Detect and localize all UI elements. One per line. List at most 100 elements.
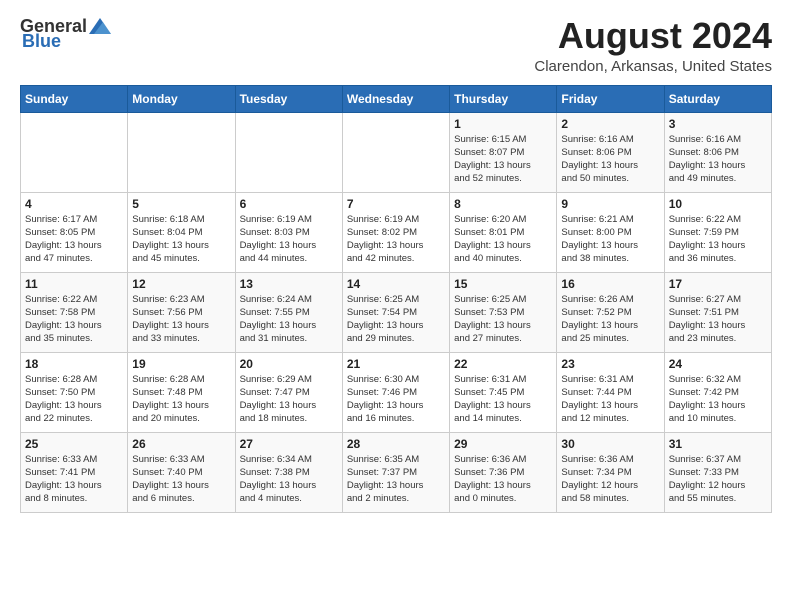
day-detail: Sunrise: 6:34 AM Sunset: 7:38 PM Dayligh…: [240, 453, 338, 506]
calendar-cell: 17 Sunrise: 6:27 AM Sunset: 7:51 PM Dayli…: [664, 272, 771, 352]
day-number: 18: [25, 357, 123, 371]
day-number: 7: [347, 197, 445, 211]
day-detail: Sunrise: 6:16 AM Sunset: 8:06 PM Dayligh…: [561, 133, 659, 186]
weekday-header-sunday: Sunday: [21, 85, 128, 112]
day-detail: Sunrise: 6:16 AM Sunset: 8:06 PM Dayligh…: [669, 133, 767, 186]
day-number: 1: [454, 117, 552, 131]
day-number: 25: [25, 437, 123, 451]
day-number: 23: [561, 357, 659, 371]
day-detail: Sunrise: 6:35 AM Sunset: 7:37 PM Dayligh…: [347, 453, 445, 506]
day-detail: Sunrise: 6:30 AM Sunset: 7:46 PM Dayligh…: [347, 373, 445, 426]
calendar-cell: 25 Sunrise: 6:33 AM Sunset: 7:41 PM Dayli…: [21, 432, 128, 512]
calendar-cell: 4 Sunrise: 6:17 AM Sunset: 8:05 PM Daylig…: [21, 192, 128, 272]
calendar-cell: 23Sunrise: 6:31 AM Sunset: 7:44 PM Dayli…: [557, 352, 664, 432]
week-row-4: 18 Sunrise: 6:28 AM Sunset: 7:50 PM Dayli…: [21, 352, 772, 432]
week-row-3: 11 Sunrise: 6:22 AM Sunset: 7:58 PM Dayli…: [21, 272, 772, 352]
calendar-cell: [342, 112, 449, 192]
day-detail: Sunrise: 6:24 AM Sunset: 7:55 PM Dayligh…: [240, 293, 338, 346]
day-number: 4: [25, 197, 123, 211]
calendar-cell: 12Sunrise: 6:23 AM Sunset: 7:56 PM Dayli…: [128, 272, 235, 352]
calendar-cell: [235, 112, 342, 192]
calendar-cell: 29 Sunrise: 6:36 AM Sunset: 7:36 PM Dayli…: [450, 432, 557, 512]
calendar-cell: 8Sunrise: 6:20 AM Sunset: 8:01 PM Daylig…: [450, 192, 557, 272]
day-number: 29: [454, 437, 552, 451]
day-detail: Sunrise: 6:15 AM Sunset: 8:07 PM Dayligh…: [454, 133, 552, 186]
day-detail: Sunrise: 6:36 AM Sunset: 7:36 PM Dayligh…: [454, 453, 552, 506]
calendar-cell: 7 Sunrise: 6:19 AM Sunset: 8:02 PM Daylig…: [342, 192, 449, 272]
calendar-cell: 14Sunrise: 6:25 AM Sunset: 7:54 PM Dayli…: [342, 272, 449, 352]
calendar-cell: 21 Sunrise: 6:30 AM Sunset: 7:46 PM Dayli…: [342, 352, 449, 432]
day-number: 3: [669, 117, 767, 131]
day-number: 2: [561, 117, 659, 131]
calendar-cell: 20 Sunrise: 6:29 AM Sunset: 7:47 PM Dayli…: [235, 352, 342, 432]
day-detail: Sunrise: 6:33 AM Sunset: 7:41 PM Dayligh…: [25, 453, 123, 506]
calendar-cell: [21, 112, 128, 192]
day-number: 15: [454, 277, 552, 291]
day-number: 21: [347, 357, 445, 371]
month-year-title: August 2024: [534, 16, 772, 56]
day-detail: Sunrise: 6:20 AM Sunset: 8:01 PM Dayligh…: [454, 213, 552, 266]
week-row-2: 4 Sunrise: 6:17 AM Sunset: 8:05 PM Daylig…: [21, 192, 772, 272]
calendar-table: SundayMondayTuesdayWednesdayThursdayFrid…: [20, 85, 772, 513]
weekday-header-friday: Friday: [557, 85, 664, 112]
day-number: 6: [240, 197, 338, 211]
calendar-cell: 2 Sunrise: 6:16 AM Sunset: 8:06 PM Daylig…: [557, 112, 664, 192]
calendar-cell: 16 Sunrise: 6:26 AM Sunset: 7:52 PM Dayli…: [557, 272, 664, 352]
calendar-cell: 24 Sunrise: 6:32 AM Sunset: 7:42 PM Dayli…: [664, 352, 771, 432]
weekday-header-monday: Monday: [128, 85, 235, 112]
day-detail: Sunrise: 6:19 AM Sunset: 8:03 PM Dayligh…: [240, 213, 338, 266]
day-number: 19: [132, 357, 230, 371]
calendar-cell: 9 Sunrise: 6:21 AM Sunset: 8:00 PM Daylig…: [557, 192, 664, 272]
day-number: 26: [132, 437, 230, 451]
day-detail: Sunrise: 6:22 AM Sunset: 7:59 PM Dayligh…: [669, 213, 767, 266]
day-number: 10: [669, 197, 767, 211]
calendar-cell: 26 Sunrise: 6:33 AM Sunset: 7:40 PM Dayli…: [128, 432, 235, 512]
calendar-cell: 11 Sunrise: 6:22 AM Sunset: 7:58 PM Dayli…: [21, 272, 128, 352]
day-number: 13: [240, 277, 338, 291]
calendar-cell: 19 Sunrise: 6:28 AM Sunset: 7:48 PM Dayli…: [128, 352, 235, 432]
day-number: 14: [347, 277, 445, 291]
calendar-cell: 15Sunrise: 6:25 AM Sunset: 7:53 PM Dayli…: [450, 272, 557, 352]
weekday-header-thursday: Thursday: [450, 85, 557, 112]
day-number: 27: [240, 437, 338, 451]
calendar-cell: 22 Sunrise: 6:31 AM Sunset: 7:45 PM Dayli…: [450, 352, 557, 432]
day-detail: Sunrise: 6:18 AM Sunset: 8:04 PM Dayligh…: [132, 213, 230, 266]
calendar-cell: 6 Sunrise: 6:19 AM Sunset: 8:03 PM Daylig…: [235, 192, 342, 272]
location-subtitle: Clarendon, Arkansas, United States: [534, 58, 772, 75]
calendar-cell: 3 Sunrise: 6:16 AM Sunset: 8:06 PM Daylig…: [664, 112, 771, 192]
day-detail: Sunrise: 6:17 AM Sunset: 8:05 PM Dayligh…: [25, 213, 123, 266]
day-number: 5: [132, 197, 230, 211]
page-header: General Blue August 2024 Clarendon, Arka…: [20, 16, 772, 75]
calendar-cell: 10 Sunrise: 6:22 AM Sunset: 7:59 PM Dayli…: [664, 192, 771, 272]
day-detail: Sunrise: 6:37 AM Sunset: 7:33 PM Dayligh…: [669, 453, 767, 506]
week-row-1: 1 Sunrise: 6:15 AM Sunset: 8:07 PM Daylig…: [21, 112, 772, 192]
day-number: 16: [561, 277, 659, 291]
calendar-cell: 28Sunrise: 6:35 AM Sunset: 7:37 PM Dayli…: [342, 432, 449, 512]
day-detail: Sunrise: 6:26 AM Sunset: 7:52 PM Dayligh…: [561, 293, 659, 346]
logo: General Blue: [20, 16, 111, 52]
day-detail: Sunrise: 6:23 AM Sunset: 7:56 PM Dayligh…: [132, 293, 230, 346]
weekday-header-row: SundayMondayTuesdayWednesdayThursdayFrid…: [21, 85, 772, 112]
day-number: 17: [669, 277, 767, 291]
day-detail: Sunrise: 6:19 AM Sunset: 8:02 PM Dayligh…: [347, 213, 445, 266]
calendar-cell: 27 Sunrise: 6:34 AM Sunset: 7:38 PM Dayli…: [235, 432, 342, 512]
calendar-cell: 31 Sunrise: 6:37 AM Sunset: 7:33 PM Dayli…: [664, 432, 771, 512]
day-detail: Sunrise: 6:27 AM Sunset: 7:51 PM Dayligh…: [669, 293, 767, 346]
calendar-cell: 13 Sunrise: 6:24 AM Sunset: 7:55 PM Dayli…: [235, 272, 342, 352]
day-number: 20: [240, 357, 338, 371]
day-number: 11: [25, 277, 123, 291]
day-number: 22: [454, 357, 552, 371]
day-detail: Sunrise: 6:28 AM Sunset: 7:48 PM Dayligh…: [132, 373, 230, 426]
title-block: August 2024 Clarendon, Arkansas, United …: [534, 16, 772, 75]
day-detail: Sunrise: 6:28 AM Sunset: 7:50 PM Dayligh…: [25, 373, 123, 426]
day-detail: Sunrise: 6:31 AM Sunset: 7:45 PM Dayligh…: [454, 373, 552, 426]
day-detail: Sunrise: 6:22 AM Sunset: 7:58 PM Dayligh…: [25, 293, 123, 346]
day-detail: Sunrise: 6:32 AM Sunset: 7:42 PM Dayligh…: [669, 373, 767, 426]
day-number: 24: [669, 357, 767, 371]
day-number: 31: [669, 437, 767, 451]
day-detail: Sunrise: 6:29 AM Sunset: 7:47 PM Dayligh…: [240, 373, 338, 426]
day-number: 9: [561, 197, 659, 211]
day-detail: Sunrise: 6:21 AM Sunset: 8:00 PM Dayligh…: [561, 213, 659, 266]
day-detail: Sunrise: 6:33 AM Sunset: 7:40 PM Dayligh…: [132, 453, 230, 506]
logo-icon: [89, 18, 111, 34]
